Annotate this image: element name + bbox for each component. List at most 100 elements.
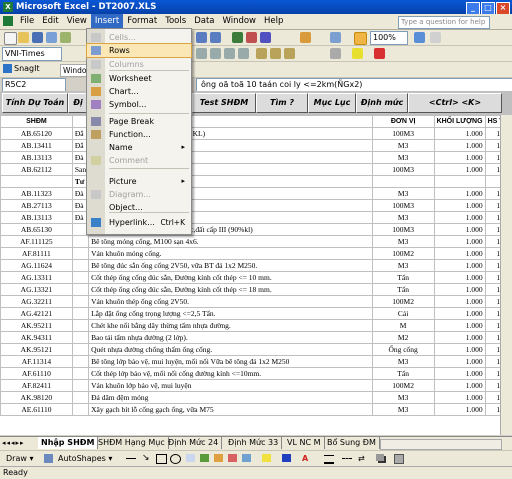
cell[interactable]: M3 <box>371 259 435 272</box>
menu-format[interactable]: Format <box>123 14 161 29</box>
menu-data[interactable]: Data <box>190 14 218 29</box>
line-style-icon[interactable] <box>324 455 334 464</box>
font-color-icon[interactable] <box>374 48 385 59</box>
cell[interactable] <box>71 307 90 320</box>
cell[interactable]: AK.98120 <box>0 391 73 404</box>
cell[interactable] <box>71 391 90 404</box>
cell[interactable]: M3 <box>371 403 435 416</box>
drawing-icon[interactable] <box>330 32 341 43</box>
permission-icon[interactable] <box>46 32 57 43</box>
cell[interactable] <box>71 271 90 284</box>
cell[interactable]: AK.94311 <box>0 331 73 344</box>
cell[interactable]: 100M3 <box>371 223 435 236</box>
cell[interactable]: 1.000 <box>433 307 486 320</box>
menu-tools[interactable]: Tools <box>161 14 190 29</box>
cell[interactable]: AB.27113 <box>0 199 73 212</box>
cell[interactable]: AB.62112 <box>0 163 73 176</box>
vertical-scrollbar[interactable] <box>500 115 512 435</box>
sort-descending-icon[interactable] <box>260 32 271 43</box>
cell[interactable]: Cốt thép lớp bảo vệ, mối nối cống đường … <box>88 367 373 380</box>
shadow-icon[interactable] <box>376 454 384 461</box>
insert-hyperlink-icon[interactable] <box>354 32 367 45</box>
line-color-icon[interactable] <box>282 454 291 462</box>
cell[interactable]: AF.81111 <box>0 247 73 260</box>
merge-center-icon[interactable] <box>238 48 249 59</box>
test-shdm-button[interactable]: Test SHĐM <box>192 93 256 113</box>
cell[interactable]: 1.000 <box>433 199 486 212</box>
cell[interactable] <box>371 175 435 188</box>
column-header[interactable]: SHĐM <box>0 115 73 128</box>
dinh-button[interactable]: Đị <box>68 93 88 113</box>
cell[interactable]: AF.82411 <box>0 379 73 392</box>
tim-button[interactable]: Tìm ? <box>256 93 308 113</box>
cell[interactable] <box>71 367 90 380</box>
cell[interactable]: Cốt thép ống cống đúc sẵn, Đường kính cố… <box>88 283 373 296</box>
tab-shdm-hang-muc[interactable]: SHĐM Hạng Mục <box>95 437 169 449</box>
cell[interactable]: 1.000 <box>433 235 486 248</box>
cell[interactable]: 1.000 <box>433 391 486 404</box>
menu-edit[interactable]: Edit <box>38 14 62 29</box>
insert-menu-item-function[interactable]: Function... <box>87 128 191 141</box>
cell[interactable]: 100M3 <box>371 163 435 176</box>
clipart-icon[interactable] <box>228 454 237 462</box>
toolbar-options-icon[interactable] <box>430 32 441 43</box>
insert-menu-item-rows[interactable]: Rows <box>86 43 192 58</box>
save-icon[interactable] <box>32 32 43 43</box>
cell[interactable]: 1.000 <box>433 223 486 236</box>
cell[interactable] <box>71 379 90 392</box>
tab-vl-nc-m[interactable]: VL NC M <box>284 437 325 449</box>
sort-ascending-icon[interactable] <box>246 32 257 43</box>
cell[interactable]: Bê tông móng cống, M100 sạn 4x6. <box>88 235 373 248</box>
fill-color-draw-icon[interactable] <box>262 454 271 462</box>
muc-luc-button[interactable]: Mục Lục <box>308 93 356 113</box>
align-center-icon[interactable] <box>210 48 221 59</box>
cell[interactable]: AK.95121 <box>0 343 73 356</box>
cell[interactable] <box>71 343 90 356</box>
cell[interactable]: AB.13113 <box>0 211 73 224</box>
cell[interactable]: AB.13113 <box>0 151 73 164</box>
new-icon[interactable] <box>4 32 17 45</box>
cell[interactable] <box>71 319 90 332</box>
cell[interactable]: Tấn <box>371 271 435 284</box>
draw-menu[interactable]: Draw ▾ <box>6 451 33 466</box>
cell[interactable]: M3 <box>371 235 435 248</box>
cell[interactable]: M3 <box>371 355 435 368</box>
help-search-input[interactable]: Type a question for help <box>398 16 490 29</box>
cell[interactable]: M3 <box>371 139 435 152</box>
insert-menu-item-hyperlink[interactable]: Hyperlink... Ctrl+K <box>87 216 191 229</box>
textbox-icon[interactable] <box>186 454 195 462</box>
insert-menu-item-object[interactable]: Object... <box>87 201 191 214</box>
cell[interactable]: AG.42121 <box>0 307 73 320</box>
font-color-draw-icon[interactable]: A <box>302 451 308 466</box>
cell[interactable]: Xây gạch bít lỗ cống gạch ống, vữa M75 <box>88 403 373 416</box>
insert-menu-item-picture[interactable]: Picture ▸ <box>87 175 191 188</box>
cell[interactable]: Cái <box>371 307 435 320</box>
cell[interactable]: AB.13411 <box>0 139 73 152</box>
font-name-select[interactable]: VNI-Times <box>2 47 62 61</box>
autosum-icon[interactable] <box>232 32 243 43</box>
column-header[interactable]: ĐƠN VỊ <box>371 115 435 128</box>
cell[interactable]: 1.000 <box>433 379 486 392</box>
arrow-icon[interactable]: ↘ <box>142 454 150 463</box>
cell[interactable]: AG.32211 <box>0 295 73 308</box>
rectangle-icon[interactable] <box>156 454 167 464</box>
cell[interactable]: Lắp đặt ống cống trọng lượng <=2,5 Tấn. <box>88 307 373 320</box>
cell[interactable]: Đá dăm đệm móng <box>88 391 373 404</box>
oval-icon[interactable] <box>170 454 181 464</box>
column-header[interactable]: KHỐI LƯỢNG <box>433 115 486 128</box>
undo-icon[interactable] <box>196 32 207 43</box>
dash-style-icon[interactable] <box>342 458 352 459</box>
diagram-icon[interactable] <box>214 454 223 462</box>
cell[interactable]: 1.000 <box>433 151 486 164</box>
cell[interactable]: 1.000 <box>433 283 486 296</box>
insert-menu-item-cells[interactable]: Cells... <box>87 31 191 44</box>
cell[interactable] <box>71 259 90 272</box>
cell[interactable]: 100M2 <box>371 379 435 392</box>
cell[interactable]: M3 <box>371 151 435 164</box>
cell[interactable]: 1.000 <box>433 331 486 344</box>
cell[interactable]: 1.000 <box>433 271 486 284</box>
cell[interactable] <box>71 403 90 416</box>
cell[interactable]: Bê tông lớp bảo vệ, mui luyện, mối nối V… <box>88 355 373 368</box>
cell[interactable]: M3 <box>371 211 435 224</box>
menu-insert[interactable]: Insert <box>90 14 124 29</box>
